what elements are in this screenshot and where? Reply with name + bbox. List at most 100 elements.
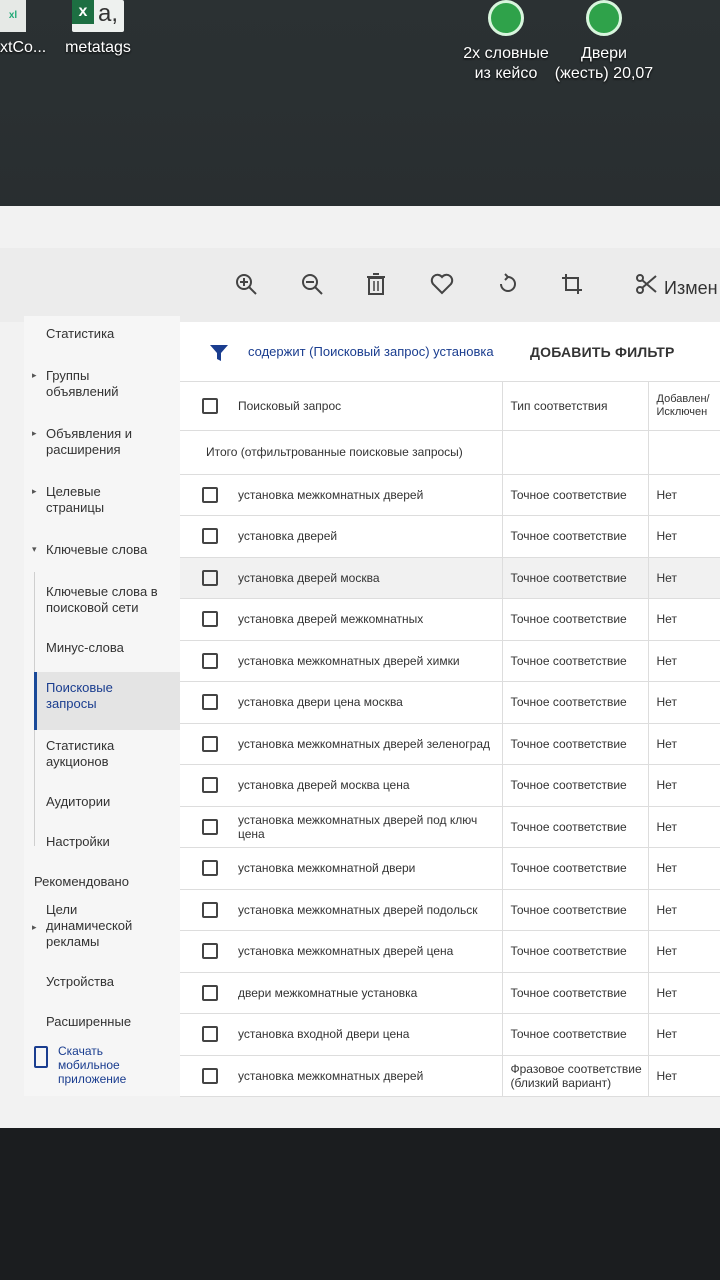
row-checkbox[interactable] xyxy=(202,943,218,960)
sidebar-item-landing-pages[interactable]: Целевые страницы xyxy=(46,484,156,516)
filter-chip[interactable]: содержит (Поисковый запрос) установка xyxy=(248,344,494,359)
table-row[interactable]: установка межкомнатных дверей Фразовое со… xyxy=(180,1055,720,1097)
added-excluded-cell: Нет xyxy=(648,764,720,807)
sidebar-item-ad-groups[interactable]: Группы объявлений xyxy=(46,368,156,400)
table-row[interactable]: установка дверей Точное соответствие Нет xyxy=(180,515,720,558)
crop-icon[interactable] xyxy=(558,270,586,298)
added-excluded-cell: Нет xyxy=(648,806,720,848)
table-row[interactable]: установка межкомнатной двери Точное соотв… xyxy=(180,847,720,890)
photo-of-screen: xl xtCo... x a, metatags 2х словные из ке… xyxy=(0,0,720,1280)
desktop-icon-partial-tile[interactable]: xl xyxy=(0,0,26,32)
filter-icon[interactable] xyxy=(208,342,230,364)
row-checkbox[interactable] xyxy=(202,735,218,752)
sidebar-item-auction-insights[interactable]: Статистика аукционов xyxy=(46,738,156,770)
sidebar-item-search-keywords[interactable]: Ключевые слова в поисковой сети xyxy=(46,584,172,616)
zoom-out-icon[interactable] xyxy=(298,270,326,298)
edit-icon[interactable] xyxy=(632,270,660,298)
select-all-cell xyxy=(180,382,230,431)
search-term-cell[interactable]: двери межкомнатные установка xyxy=(230,972,503,1014)
column-header-added[interactable]: Добавлен/Исключен xyxy=(648,382,720,431)
delete-icon[interactable] xyxy=(362,270,390,298)
table-row[interactable]: установка дверей москва цена Точное соотв… xyxy=(180,764,720,807)
search-term-cell[interactable]: установка входной двери цена xyxy=(230,1013,503,1056)
rotate-icon[interactable] xyxy=(494,270,522,298)
edit-label[interactable]: Измен xyxy=(664,278,718,299)
row-checkbox-cell xyxy=(180,474,230,516)
search-terms-table: Поисковый запрос Тип соответствия Добавл… xyxy=(180,382,720,1097)
sidebar-item-search-terms[interactable]: Поисковые запросы xyxy=(46,680,156,712)
sidebar-item-keywords[interactable]: Ключевые слова xyxy=(46,542,147,558)
search-term-cell[interactable]: установка межкомнатной двери xyxy=(230,847,503,890)
sidebar-item-dynamic-ad-targets[interactable]: Цели динамической рекламы xyxy=(46,902,146,950)
match-type-cell: Точное соответствие xyxy=(502,764,649,807)
search-term-cell[interactable]: установка межкомнатных дверей химки xyxy=(230,640,503,682)
row-checkbox-cell xyxy=(180,930,230,973)
heart-icon[interactable] xyxy=(428,270,456,298)
added-excluded-cell: Нет xyxy=(648,640,720,682)
row-checkbox[interactable] xyxy=(202,901,218,918)
table-row[interactable]: установка межкомнатных дверей цена Точное… xyxy=(180,930,720,973)
table-row[interactable]: установка межкомнатных дверей под ключ ц… xyxy=(180,806,720,848)
table-row[interactable]: установка дверей межкомнатных Точное соот… xyxy=(180,598,720,641)
row-checkbox[interactable] xyxy=(202,860,218,877)
table-row[interactable]: установка входной двери цена Точное соотв… xyxy=(180,1013,720,1056)
row-checkbox[interactable] xyxy=(202,528,218,545)
desktop-icon-partial-label: xtCo... xyxy=(0,39,47,56)
row-checkbox[interactable] xyxy=(202,818,218,835)
search-term-cell[interactable]: установка межкомнатных дверей цена xyxy=(230,930,503,973)
column-header-match-type[interactable]: Тип соответствия xyxy=(502,382,649,431)
search-term-cell[interactable]: установка межкомнатных дверей подольск xyxy=(230,889,503,931)
monitor-bezel xyxy=(0,1128,720,1280)
table-row[interactable]: установка межкомнатных дверей химки Точно… xyxy=(180,640,720,682)
row-checkbox[interactable] xyxy=(202,652,218,669)
row-checkbox-cell xyxy=(180,640,230,682)
excel-file-icon[interactable]: x a, xyxy=(72,0,124,32)
row-checkbox[interactable] xyxy=(202,611,218,628)
select-all-checkbox[interactable] xyxy=(202,397,218,414)
search-term-cell[interactable]: установка двери цена москва xyxy=(230,681,503,724)
row-checkbox[interactable] xyxy=(202,1026,218,1043)
table-row[interactable]: установка межкомнатных дверей зеленоград… xyxy=(180,723,720,765)
table-row[interactable]: установка двери цена москва Точное соотве… xyxy=(180,681,720,724)
table-row[interactable]: двери межкомнатные установка Точное соотв… xyxy=(180,972,720,1014)
green-file-icon[interactable] xyxy=(586,0,622,36)
search-term-cell[interactable]: установка межкомнатных дверей xyxy=(230,1055,503,1097)
search-term-cell[interactable]: установка дверей москва xyxy=(230,557,503,599)
sidebar-item-settings[interactable]: Настройки xyxy=(46,834,110,850)
row-checkbox[interactable] xyxy=(202,486,218,503)
table-row[interactable]: установка межкомнатных дверей подольск То… xyxy=(180,889,720,931)
added-excluded-cell: Нет xyxy=(648,930,720,973)
table-row[interactable]: установка дверей москва Точное соответств… xyxy=(180,557,720,599)
table-row[interactable]: установка межкомнатных дверей Точное соот… xyxy=(180,474,720,516)
desktop-icon-metatags-label: metatags xyxy=(65,39,131,56)
sidebar-item-ads[interactable]: Объявления и расширения xyxy=(46,426,156,458)
sidebar-item-negative-keywords[interactable]: Минус-слова xyxy=(46,640,124,656)
chevron-right-icon: ▸ xyxy=(32,370,37,380)
match-type-cell: Фразовое соответствие (близкий вариант) xyxy=(502,1055,649,1097)
sidebar-item-audiences[interactable]: Аудитории xyxy=(46,794,110,810)
search-term-cell[interactable]: установка дверей xyxy=(230,515,503,558)
search-term-cell[interactable]: установка дверей москва цена xyxy=(230,764,503,807)
row-checkbox[interactable] xyxy=(202,777,218,794)
chevron-right-icon: ▸ xyxy=(32,486,37,496)
sidebar-item-devices[interactable]: Устройства xyxy=(46,974,114,990)
added-excluded-cell: Нет xyxy=(648,1055,720,1097)
row-checkbox[interactable] xyxy=(202,1067,218,1084)
zoom-in-icon[interactable] xyxy=(232,270,260,298)
row-checkbox[interactable] xyxy=(202,984,218,1001)
column-header-query[interactable]: Поисковый запрос xyxy=(230,382,503,431)
search-term-cell[interactable]: установка межкомнатных дверей под ключ ц… xyxy=(230,806,503,848)
add-filter-button[interactable]: ДОБАВИТЬ ФИЛЬТР xyxy=(530,344,675,360)
sidebar-item-advanced[interactable]: Расширенные xyxy=(46,1014,131,1030)
row-checkbox[interactable] xyxy=(202,569,218,586)
green-file-icon[interactable] xyxy=(488,0,524,36)
search-term-cell[interactable]: установка межкомнатных дверей зеленоград xyxy=(230,723,503,765)
row-checkbox[interactable] xyxy=(202,694,218,711)
search-term-cell[interactable]: установка дверей межкомнатных xyxy=(230,598,503,641)
sidebar-item-statistics[interactable]: Статистика xyxy=(46,326,114,342)
added-excluded-cell: Нет xyxy=(648,681,720,724)
mobile-app-download[interactable]: Скачать мобильное приложение xyxy=(34,1044,154,1086)
total-row: Итого (отфильтрованные поисковые запросы… xyxy=(180,430,720,475)
search-term-cell[interactable]: установка межкомнатных дверей xyxy=(230,474,503,516)
match-type-cell: Точное соответствие xyxy=(502,847,649,890)
